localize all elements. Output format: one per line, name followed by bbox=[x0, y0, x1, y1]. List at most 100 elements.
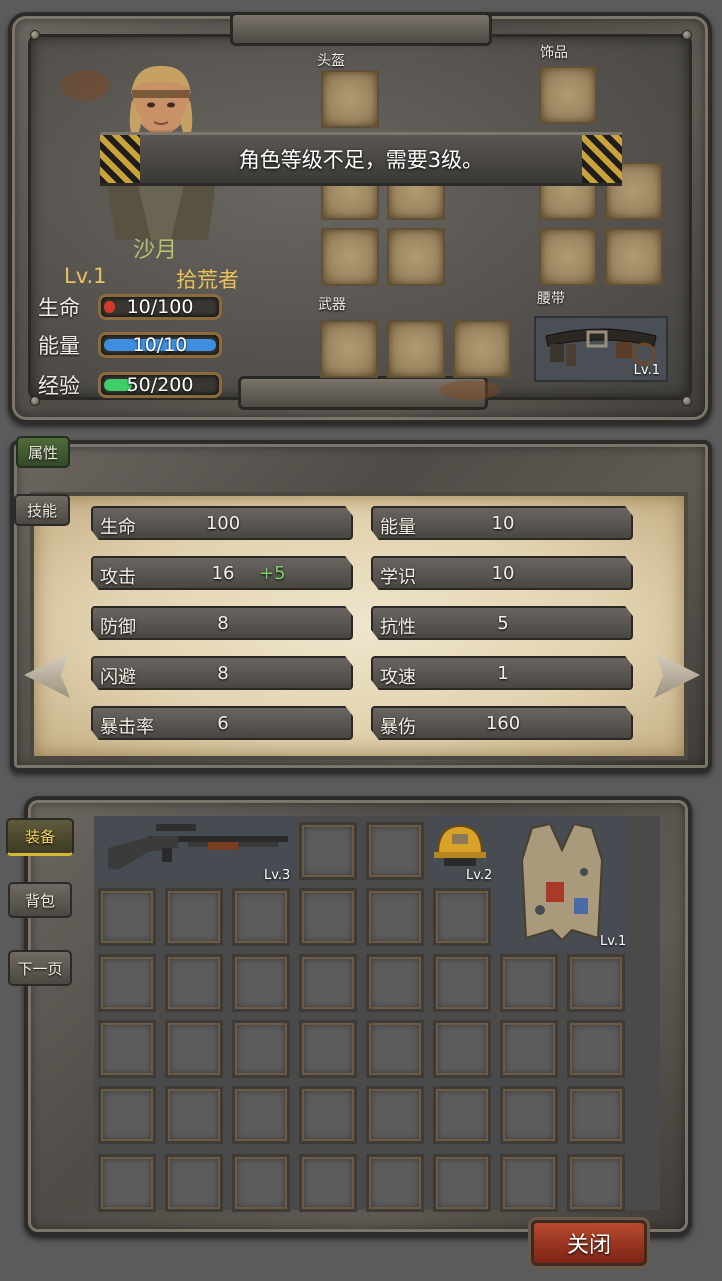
tab-attributes[interactable]: 属性 bbox=[16, 436, 70, 468]
attr-name: 能量 bbox=[380, 517, 416, 538]
inventory-cell[interactable] bbox=[165, 1086, 223, 1144]
inventory-cell[interactable] bbox=[232, 1086, 290, 1144]
inventory-cell[interactable] bbox=[433, 1154, 491, 1212]
inventory-cell[interactable] bbox=[500, 1020, 558, 1078]
inventory-cell[interactable] bbox=[567, 954, 625, 1012]
inventory-cell[interactable] bbox=[232, 954, 290, 1012]
vest-level: Lv.1 bbox=[600, 934, 627, 949]
rust-stain bbox=[440, 380, 500, 400]
inventory-cell[interactable] bbox=[232, 1020, 290, 1078]
inventory-cell[interactable] bbox=[433, 1086, 491, 1144]
attr-resistance: 抗性 5 bbox=[371, 606, 633, 640]
equip-slot-weapon[interactable] bbox=[387, 320, 445, 378]
inventory-cell[interactable] bbox=[165, 1020, 223, 1078]
inventory-cell[interactable] bbox=[165, 888, 223, 946]
attr-bonus: +5 bbox=[259, 563, 286, 584]
hazard-stripe bbox=[100, 135, 140, 183]
attr-value: 100 bbox=[205, 513, 241, 534]
energy-bar-text: 10/10 bbox=[132, 334, 188, 356]
energy-bar: 10/10 bbox=[98, 332, 222, 358]
inventory-item-gun[interactable]: Lv.3 bbox=[94, 816, 294, 886]
stat-energy: 能量 10/10 bbox=[38, 330, 222, 360]
inventory-cell[interactable] bbox=[98, 954, 156, 1012]
attr-value: 5 bbox=[497, 613, 509, 634]
attr-name: 闪避 bbox=[100, 667, 136, 688]
slot-label-weapon: 武器 bbox=[318, 297, 346, 313]
vest-icon bbox=[520, 822, 604, 942]
inventory-cell[interactable] bbox=[165, 1154, 223, 1212]
inventory-cell[interactable] bbox=[567, 1020, 625, 1078]
attr-name: 防御 bbox=[100, 617, 136, 638]
attr-value: 16 bbox=[211, 563, 235, 584]
inventory-cell[interactable] bbox=[232, 888, 290, 946]
tab-skills[interactable]: 技能 bbox=[14, 494, 70, 526]
attr-value: 8 bbox=[217, 613, 229, 634]
exp-bar-text: 50/200 bbox=[126, 374, 194, 396]
inventory-cell[interactable] bbox=[299, 1020, 357, 1078]
inventory-cell[interactable] bbox=[433, 954, 491, 1012]
inventory-cell[interactable] bbox=[299, 1154, 357, 1212]
character-class: 拾荒者 bbox=[176, 268, 239, 292]
inventory-cell[interactable] bbox=[98, 888, 156, 946]
attr-value: 1 bbox=[497, 663, 509, 684]
hp-bar-text: 10/100 bbox=[126, 296, 194, 318]
attr-defense: 防御 8 bbox=[91, 606, 353, 640]
equip-slot[interactable] bbox=[387, 228, 445, 286]
inventory-cell[interactable] bbox=[567, 1086, 625, 1144]
belt-level: Lv.1 bbox=[633, 363, 660, 378]
inventory-cell[interactable] bbox=[366, 1020, 424, 1078]
attr-value: 6 bbox=[217, 713, 229, 734]
close-button[interactable]: 关闭 bbox=[531, 1220, 647, 1266]
inventory-cell[interactable] bbox=[98, 1154, 156, 1212]
exp-bar: 50/200 bbox=[98, 372, 222, 398]
inventory-cell[interactable] bbox=[98, 1020, 156, 1078]
attr-value: 8 bbox=[217, 663, 229, 684]
attr-energy: 能量 10 bbox=[371, 506, 633, 540]
tab-next-page[interactable]: 下一页 bbox=[8, 950, 72, 986]
slot-label-helmet: 头盔 bbox=[317, 53, 345, 69]
inventory-cell[interactable] bbox=[299, 954, 357, 1012]
equip-slot-weapon[interactable] bbox=[453, 320, 511, 378]
character-level: Lv.1 bbox=[64, 264, 107, 288]
equip-slot-helmet[interactable] bbox=[321, 70, 379, 128]
attr-attack-speed: 攻速 1 bbox=[371, 656, 633, 690]
attr-name: 学识 bbox=[380, 567, 416, 588]
equip-slot-accessory[interactable] bbox=[539, 66, 597, 124]
equip-slot[interactable] bbox=[605, 228, 663, 286]
attr-value: 160 bbox=[485, 713, 521, 734]
inventory-cell[interactable] bbox=[366, 1154, 424, 1212]
stat-exp: 经验 50/200 bbox=[38, 370, 222, 400]
inventory-cell[interactable] bbox=[567, 1154, 625, 1212]
tab-equip[interactable]: 装备 bbox=[6, 818, 74, 856]
slot-label-belt: 腰带 bbox=[537, 291, 565, 307]
inventory-cell[interactable] bbox=[366, 954, 424, 1012]
attr-value: 10 bbox=[491, 563, 515, 584]
inventory-cell[interactable] bbox=[433, 1020, 491, 1078]
inventory-cell[interactable] bbox=[98, 1086, 156, 1144]
inventory-cell[interactable] bbox=[500, 1154, 558, 1212]
inventory-cell[interactable] bbox=[165, 954, 223, 1012]
tab-bag[interactable]: 背包 bbox=[8, 882, 72, 918]
equip-slot[interactable] bbox=[539, 228, 597, 286]
equip-slot[interactable] bbox=[321, 228, 379, 286]
inventory-cell[interactable] bbox=[500, 954, 558, 1012]
notice-text: 角色等级不足，需要3级。 bbox=[238, 148, 484, 172]
attr-crit-rate: 暴击率 6 bbox=[91, 706, 353, 740]
inventory-cell[interactable] bbox=[366, 1086, 424, 1144]
equip-slot-belt[interactable]: Lv.1 bbox=[534, 316, 668, 382]
inventory-cell[interactable] bbox=[299, 1086, 357, 1144]
inventory-item-helmet[interactable]: Lv.2 bbox=[428, 816, 494, 886]
helmet-level: Lv.2 bbox=[466, 868, 493, 883]
attr-knowledge: 学识 10 bbox=[371, 556, 633, 590]
attr-attack: 攻击 16 +5 bbox=[91, 556, 353, 590]
attr-name: 抗性 bbox=[380, 617, 416, 638]
inventory-cell[interactable] bbox=[433, 888, 491, 946]
inventory-cell[interactable] bbox=[232, 1154, 290, 1212]
inventory-cell[interactable] bbox=[366, 888, 424, 946]
equip-slot-weapon[interactable] bbox=[320, 320, 378, 378]
inventory-cell[interactable] bbox=[366, 822, 424, 880]
inventory-item-vest[interactable]: Lv.1 bbox=[496, 816, 628, 952]
inventory-cell[interactable] bbox=[299, 822, 357, 880]
inventory-cell[interactable] bbox=[299, 888, 357, 946]
inventory-cell[interactable] bbox=[500, 1086, 558, 1144]
